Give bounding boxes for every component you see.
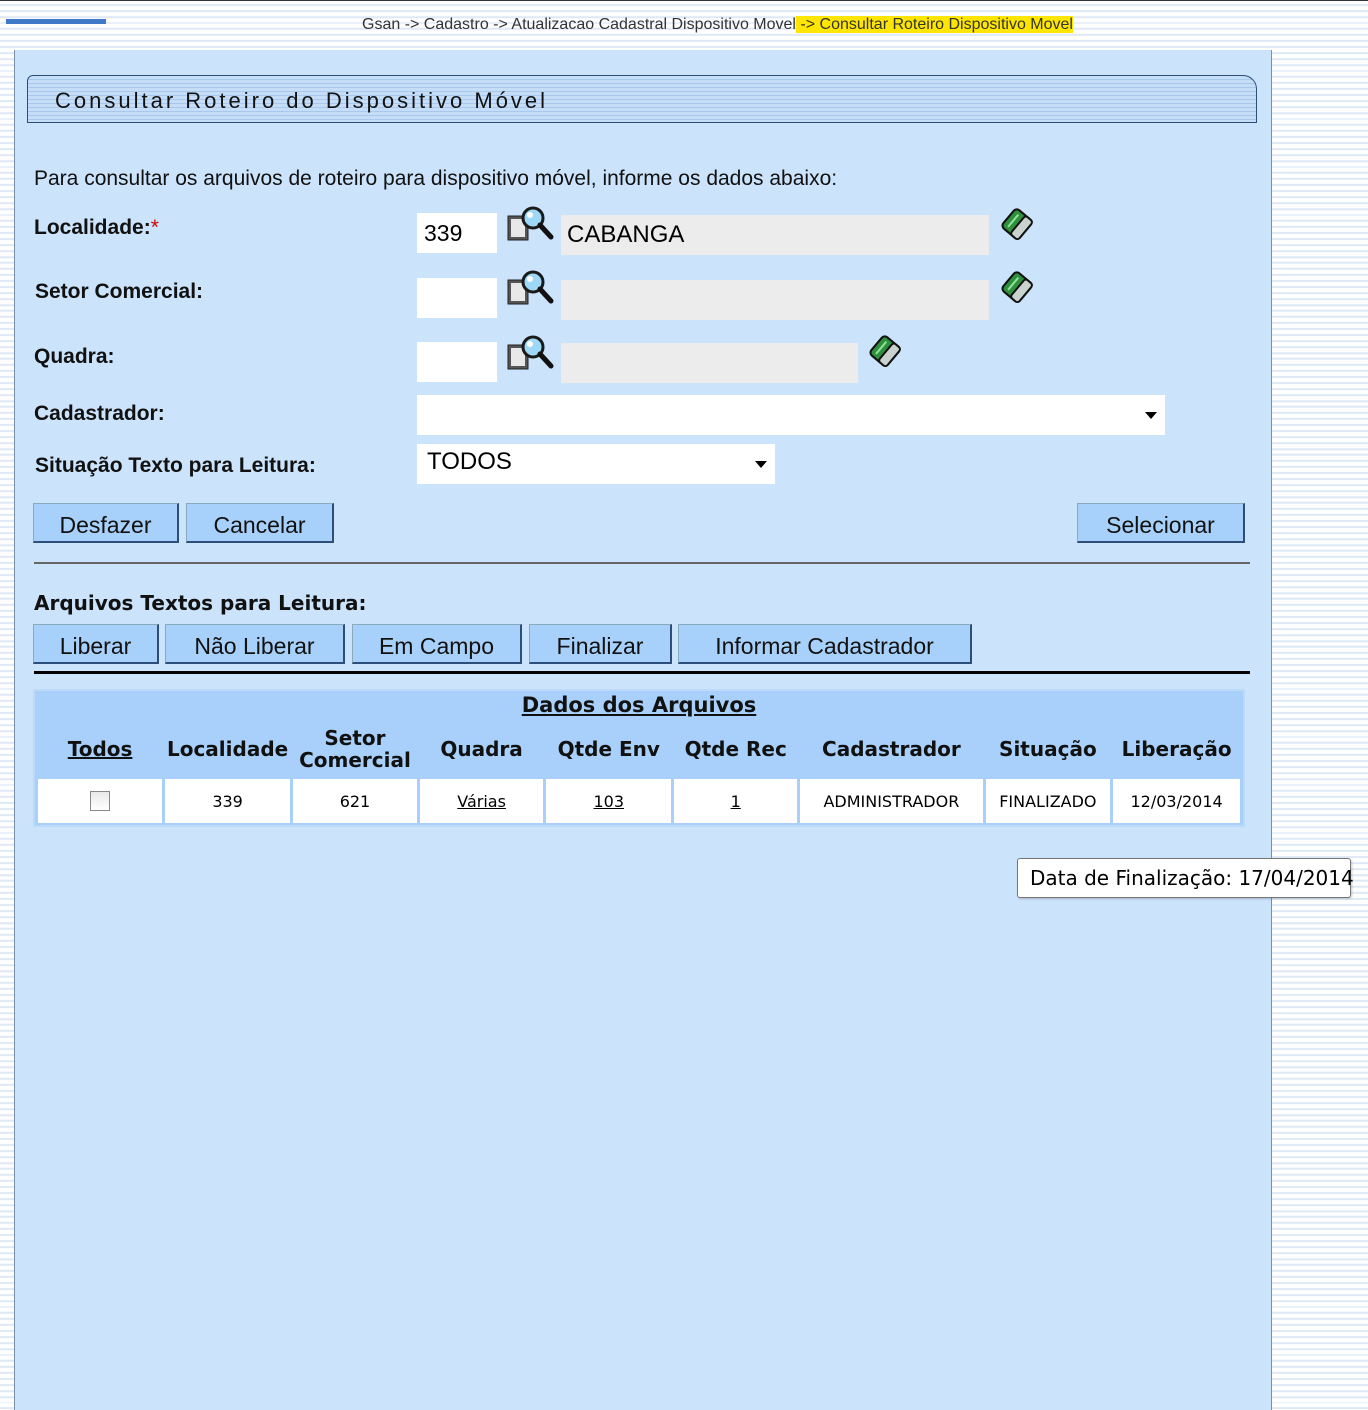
cadastrador-select[interactable] [417,395,1165,435]
chevron-down-icon [1145,412,1157,419]
magnifier-icon[interactable] [506,333,554,382]
breadcrumb-current: -> Consultar Roteiro Dispositivo Movel [795,16,1073,33]
quadra-label: Quadra: [34,345,115,368]
situacao-header: Situação [999,737,1097,761]
divider-strong [34,671,1250,674]
chevron-down-icon [755,461,767,468]
localidade-label-text: Localidade: [34,216,151,239]
quadra-name-field [561,343,858,383]
quadra-header: Quadra [440,737,523,761]
setor-code-input[interactable] [417,278,497,318]
cell-situacao: FINALIZADO [985,779,1111,825]
selecionar-button[interactable]: Selecionar [1077,503,1245,543]
cell-localidade: 339 [165,779,291,825]
top-accent-bar [6,19,106,24]
desfazer-button[interactable]: Desfazer [33,503,179,543]
section-title: Arquivos Textos para Leitura: [34,591,367,615]
cell-quadra-link[interactable]: Várias [419,779,544,825]
situacao-label: Situação Texto para Leitura: [35,454,316,477]
page-title: Consultar Roteiro do Dispositivo Móvel [55,88,549,113]
localidade-label: Localidade:* [34,216,159,240]
intro-text: Para consultar os arquivos de roteiro pa… [34,167,838,190]
cadastrador-header: Cadastrador [822,737,961,761]
eraser-icon[interactable] [867,332,903,375]
breadcrumb-path: Gsan -> Cadastro -> Atualizacao Cadastra… [362,16,796,33]
top-border-line [0,0,1368,1]
tooltip: Data de Finalização: 17/04/2014 [1017,858,1354,898]
situacao-selected-value: TODOS [427,448,512,475]
todos-header[interactable]: Todos [38,719,162,779]
cancelar-button[interactable]: Cancelar [186,503,334,543]
breadcrumb: Gsan -> Cadastro -> Atualizacao Cadastra… [362,16,1073,34]
cell-liberacao: 12/03/2014 [1113,779,1240,825]
cadastrador-label: Cadastrador: [34,402,165,425]
liberar-button[interactable]: Liberar [33,624,159,664]
cell-setor: 621 [293,779,417,825]
nao-liberar-button[interactable]: Não Liberar [165,624,345,664]
setor-header: Setor Comercial [293,719,417,779]
row-checkbox[interactable] [90,791,111,812]
table-caption[interactable]: Dados dos Arquivos [38,691,1240,719]
divider [34,562,1250,564]
localidade-code-input[interactable]: 339 [417,213,497,253]
qtde-rec-header: Qtde Rec [684,737,787,761]
situacao-select[interactable]: TODOS [417,444,775,484]
qtde-env-header: Qtde Env [557,737,660,761]
eraser-icon[interactable] [999,205,1035,248]
liberacao-header: Liberação [1121,737,1232,761]
finalizar-button[interactable]: Finalizar [529,624,672,664]
setor-name-field [561,280,989,320]
setor-header-line2: Comercial [299,748,411,772]
magnifier-icon[interactable] [506,204,554,253]
cell-cadastrador: ADMINISTRADOR [800,779,983,825]
informar-cadastrador-button[interactable]: Informar Cadastrador [678,624,972,664]
em-campo-button[interactable]: Em Campo [352,624,522,664]
eraser-icon[interactable] [999,268,1035,311]
localidade-header: Localidade [166,737,289,761]
page-title-bar: Consultar Roteiro do Dispositivo Móvel [27,75,1257,123]
required-mark: * [150,216,159,239]
cell-qtde-rec-link[interactable]: 1 [674,779,798,825]
localidade-name-field: CABANGA [561,215,989,255]
setor-comercial-label: Setor Comercial: [35,280,204,303]
row-select-cell [38,779,163,825]
magnifier-icon[interactable] [506,268,554,317]
cell-qtde-env-link[interactable]: 103 [546,779,672,825]
quadra-code-input[interactable] [417,342,497,382]
table-row: 339 621 Várias 103 1 ADMINISTRADOR FINAL… [38,779,1240,825]
main-panel: Consultar Roteiro do Dispositivo Móvel P… [14,50,1272,1410]
setor-header-line1: Setor [324,726,386,750]
arquivos-table: Dados dos Arquivos Todos Localidade Seto… [33,689,1245,827]
